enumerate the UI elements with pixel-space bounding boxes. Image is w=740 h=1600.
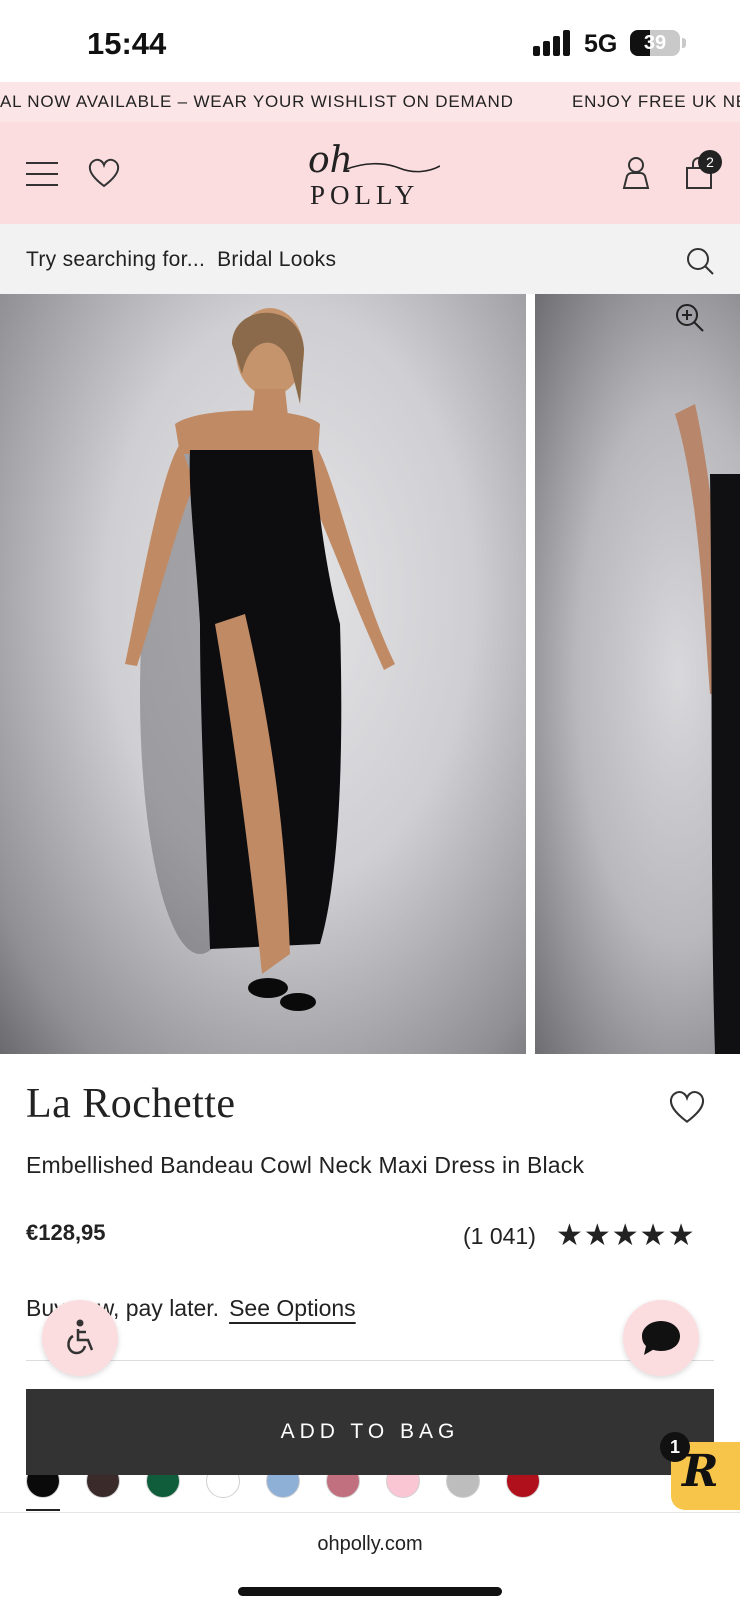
model-figure-alt: [675, 404, 740, 1054]
product-brand-name: La Rochette: [26, 1081, 236, 1127]
product-price: €128,95: [26, 1220, 106, 1245]
zoom-in-icon[interactable]: [674, 302, 706, 334]
announcement-text: AL NOW AVAILABLE – WEAR YOUR WISHLIST ON…: [0, 92, 514, 111]
selected-swatch-underline: [26, 1509, 60, 1511]
browser-url-bar[interactable]: ohpolly.com: [0, 1512, 740, 1600]
heart-icon[interactable]: [88, 158, 120, 188]
logo-swash: [344, 162, 440, 173]
search-icon[interactable]: [685, 246, 715, 276]
logo-polly: POLLY: [310, 180, 420, 210]
brand-logo[interactable]: oh POLLY: [300, 140, 440, 210]
model-figure: [125, 308, 395, 1011]
rewards-notification-badge: 1: [660, 1432, 690, 1462]
divider: [26, 1360, 714, 1361]
menu-icon[interactable]: [26, 160, 58, 188]
battery-level: 39: [643, 32, 667, 54]
home-indicator[interactable]: [238, 1587, 502, 1596]
cart-count-badge: 2: [698, 150, 722, 174]
add-to-bag-button[interactable]: ADD TO BAG: [26, 1389, 714, 1475]
url-text: ohpolly.com: [317, 1533, 423, 1555]
status-bar: 15:44 5G 39: [0, 0, 740, 82]
battery-tip: [682, 38, 686, 48]
announcement-text-next: ENJOY FREE UK NE: [572, 92, 740, 111]
site-header: oh POLLY: [0, 122, 740, 224]
search-bar[interactable]: Try searching for... Bridal Looks: [0, 224, 740, 294]
product-title: Embellished Bandeau Cowl Neck Maxi Dress…: [26, 1152, 585, 1178]
see-options-link[interactable]: See Options: [229, 1295, 356, 1321]
accessibility-icon: [67, 1319, 94, 1355]
battery-icon: 39: [630, 30, 680, 56]
product-image-main[interactable]: [0, 294, 526, 1054]
wishlist-heart-icon[interactable]: [668, 1090, 706, 1124]
product-image-secondary[interactable]: [535, 294, 740, 1054]
rating-stars[interactable]: ★★★★★: [556, 1218, 695, 1253]
search-suggestion: Bridal Looks: [217, 248, 337, 271]
account-icon[interactable]: [621, 156, 651, 190]
search-prefix: Try searching for...: [26, 248, 206, 271]
status-time: 15:44: [87, 26, 167, 61]
chat-button[interactable]: [623, 1300, 699, 1376]
chat-icon: [642, 1321, 680, 1355]
signal-icon: [533, 30, 573, 56]
search-placeholder: Try searching for... Bridal Looks: [26, 248, 336, 272]
review-count[interactable]: (1 041): [463, 1223, 536, 1250]
accessibility-button[interactable]: [42, 1300, 118, 1376]
network-type: 5G: [584, 30, 618, 58]
announcement-bar[interactable]: AL NOW AVAILABLE – WEAR YOUR WISHLIST ON…: [0, 82, 740, 122]
